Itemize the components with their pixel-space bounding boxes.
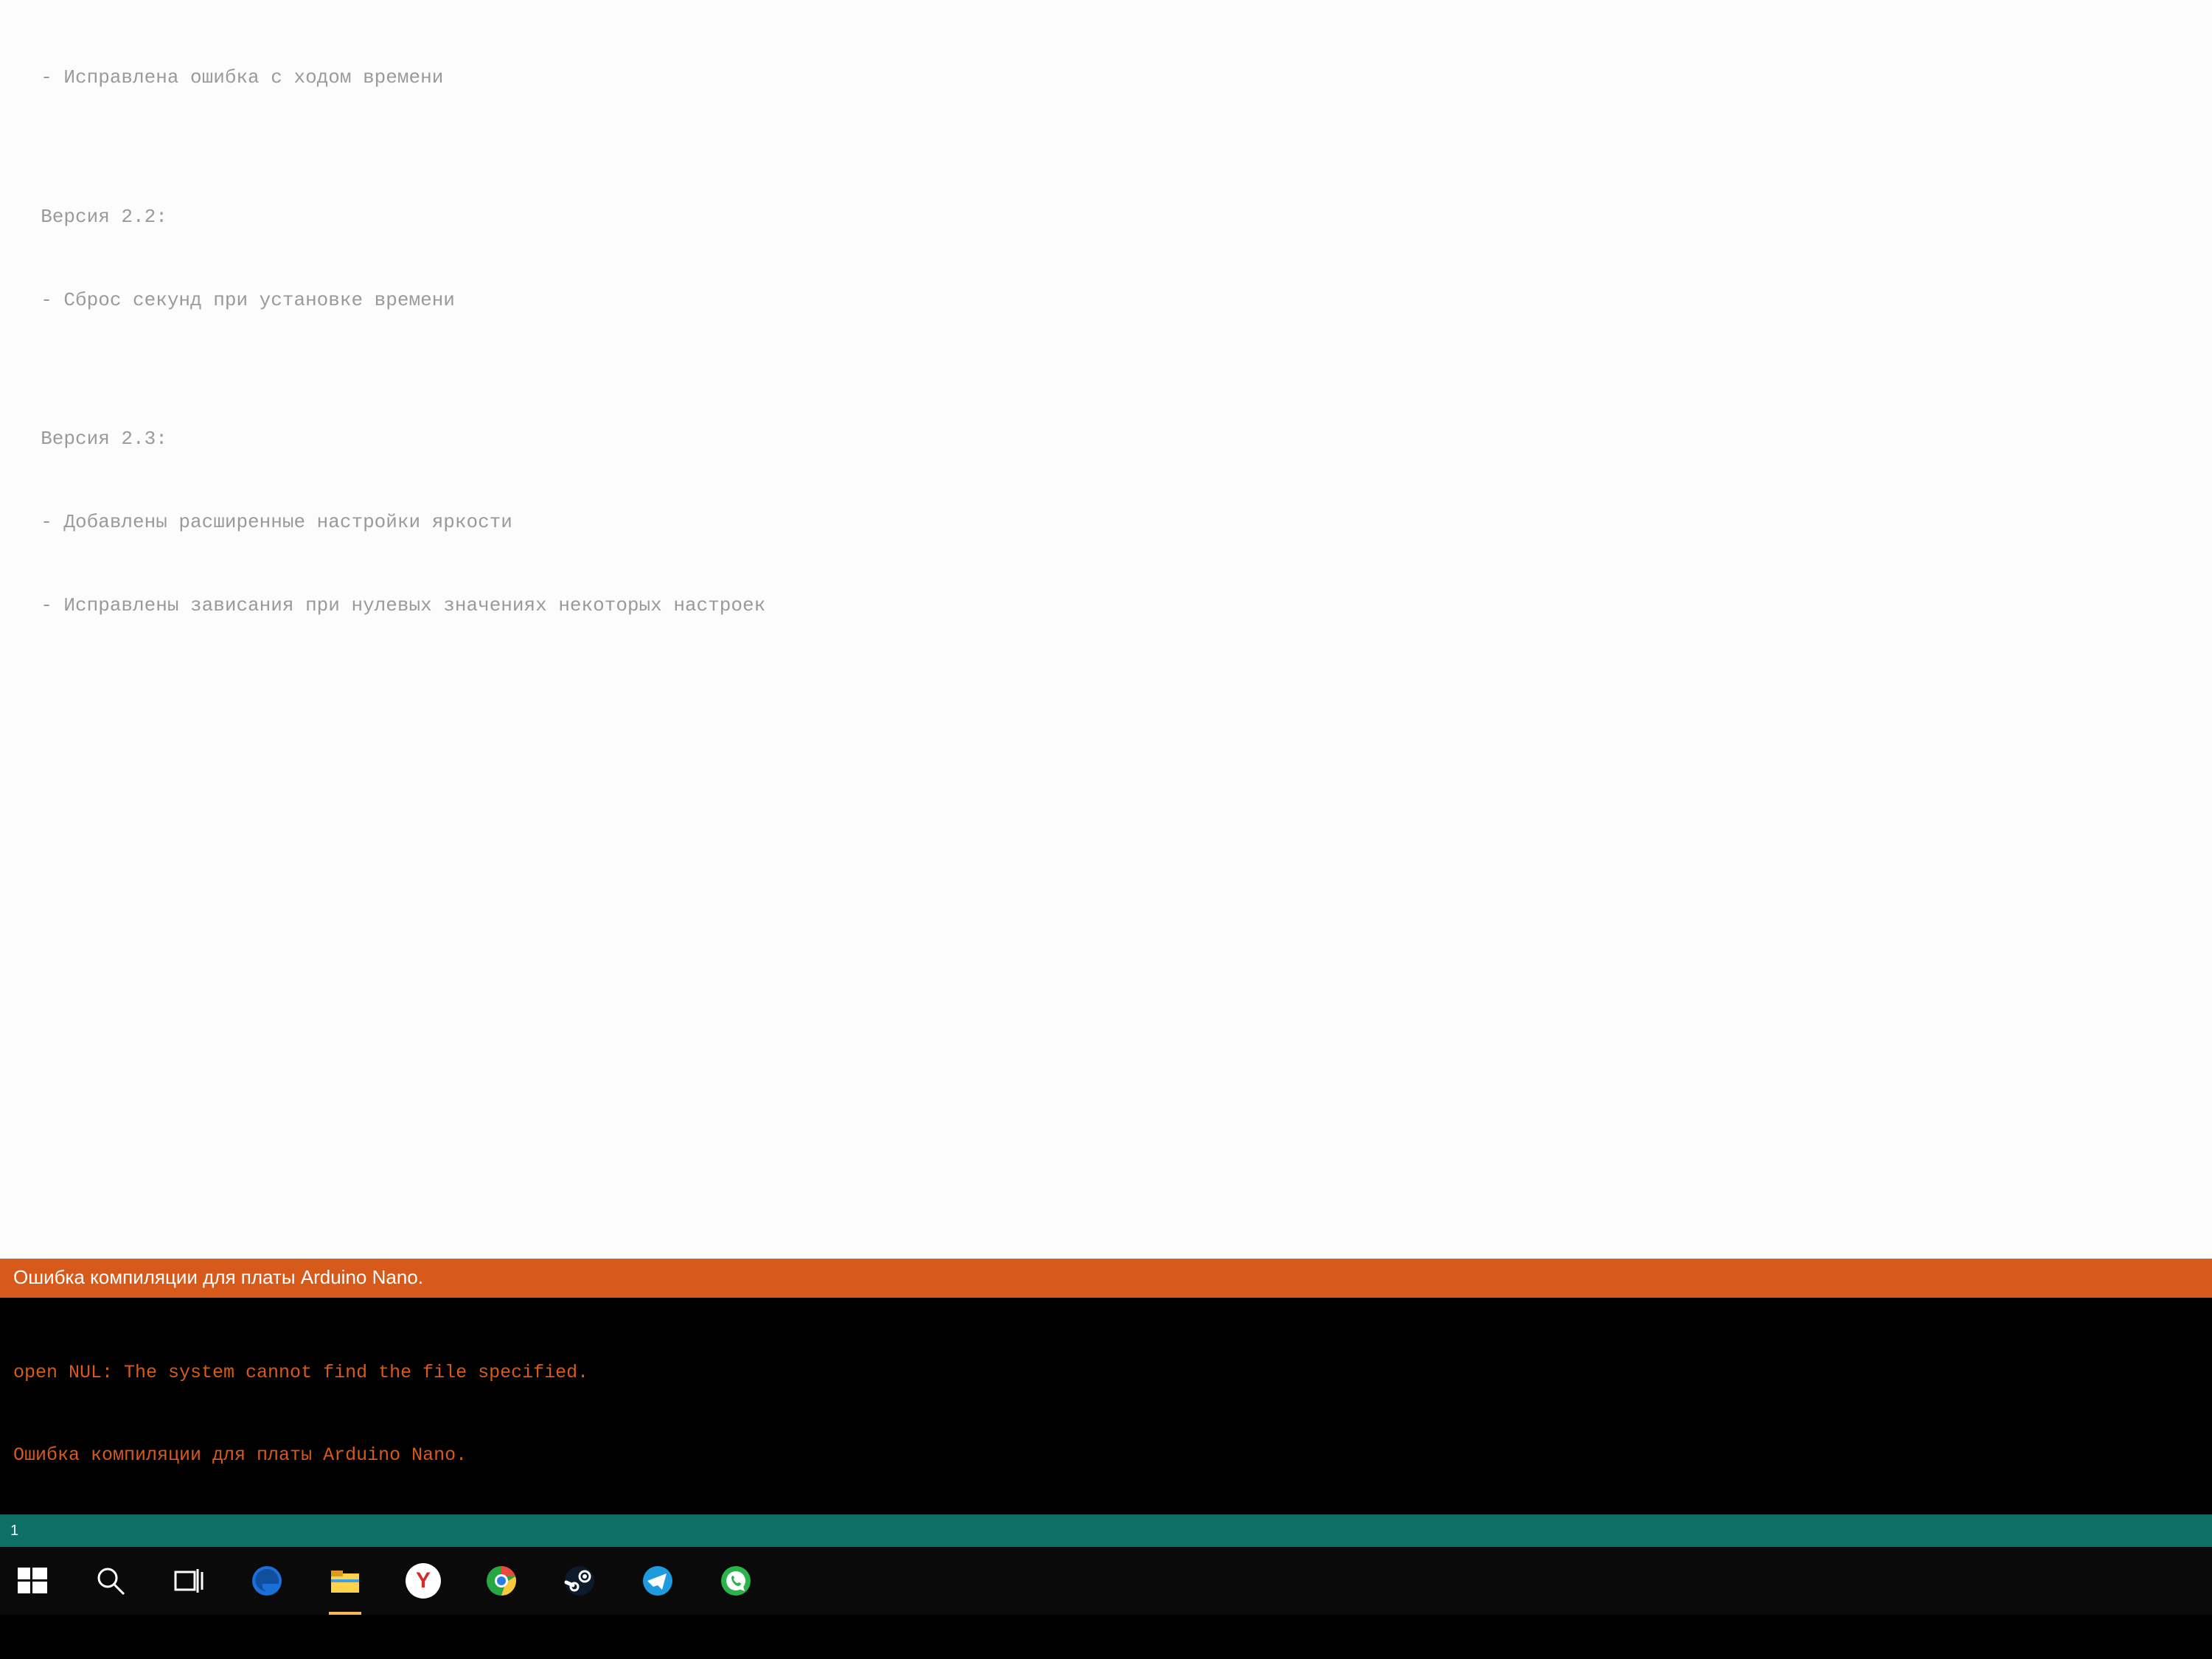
taskview-button[interactable]	[167, 1559, 211, 1603]
search-button[interactable]	[88, 1559, 133, 1603]
code-line: Версия 2.2:	[18, 204, 2194, 232]
start-button[interactable]	[10, 1559, 55, 1603]
chrome-app[interactable]	[479, 1559, 524, 1603]
status-bar: 1	[0, 1514, 2212, 1547]
steam-icon	[563, 1565, 596, 1597]
code-line: - Сброс секунд при установке времени	[18, 287, 2194, 315]
code-editor[interactable]: - Исправлена ошибка с ходом времени Верс…	[0, 0, 2212, 1259]
code-line: - Исправлены зависания при нулевых значе…	[18, 592, 2194, 620]
telegram-app[interactable]	[636, 1559, 680, 1603]
telegram-icon	[641, 1565, 674, 1597]
whatsapp-app[interactable]	[714, 1559, 758, 1603]
yandex-icon: Y	[406, 1563, 441, 1599]
file-explorer-app[interactable]	[323, 1559, 367, 1603]
code-line: Версия 2.3:	[18, 425, 2194, 453]
code-line: - Исправлена ошибка с ходом времени	[18, 64, 2194, 92]
taskview-icon	[173, 1565, 205, 1597]
steam-app[interactable]	[557, 1559, 602, 1603]
code-line: - Добавлены расширенные настройки яркост…	[18, 509, 2194, 537]
yandex-app[interactable]: Y	[401, 1559, 445, 1603]
photo-bottom-edge	[0, 1615, 2212, 1659]
whatsapp-icon	[720, 1565, 752, 1597]
edge-app[interactable]	[245, 1559, 289, 1603]
error-bar: Ошибка компиляции для платы Arduino Nano…	[0, 1259, 2212, 1298]
edge-icon	[251, 1565, 283, 1597]
console-line: Ошибка компиляции для платы Arduino Nano…	[13, 1441, 2199, 1470]
search-icon	[94, 1565, 127, 1597]
status-bar-text: 1	[10, 1523, 18, 1540]
taskbar: Y	[0, 1547, 2212, 1615]
windows-icon	[16, 1565, 49, 1597]
console-output[interactable]: open NUL: The system cannot find the fil…	[0, 1298, 2212, 1515]
error-bar-text: Ошибка компиляции для платы Arduino Nano…	[13, 1266, 423, 1288]
chrome-icon	[485, 1565, 518, 1597]
folder-icon	[329, 1565, 361, 1597]
console-line: open NUL: The system cannot find the fil…	[13, 1359, 2199, 1387]
